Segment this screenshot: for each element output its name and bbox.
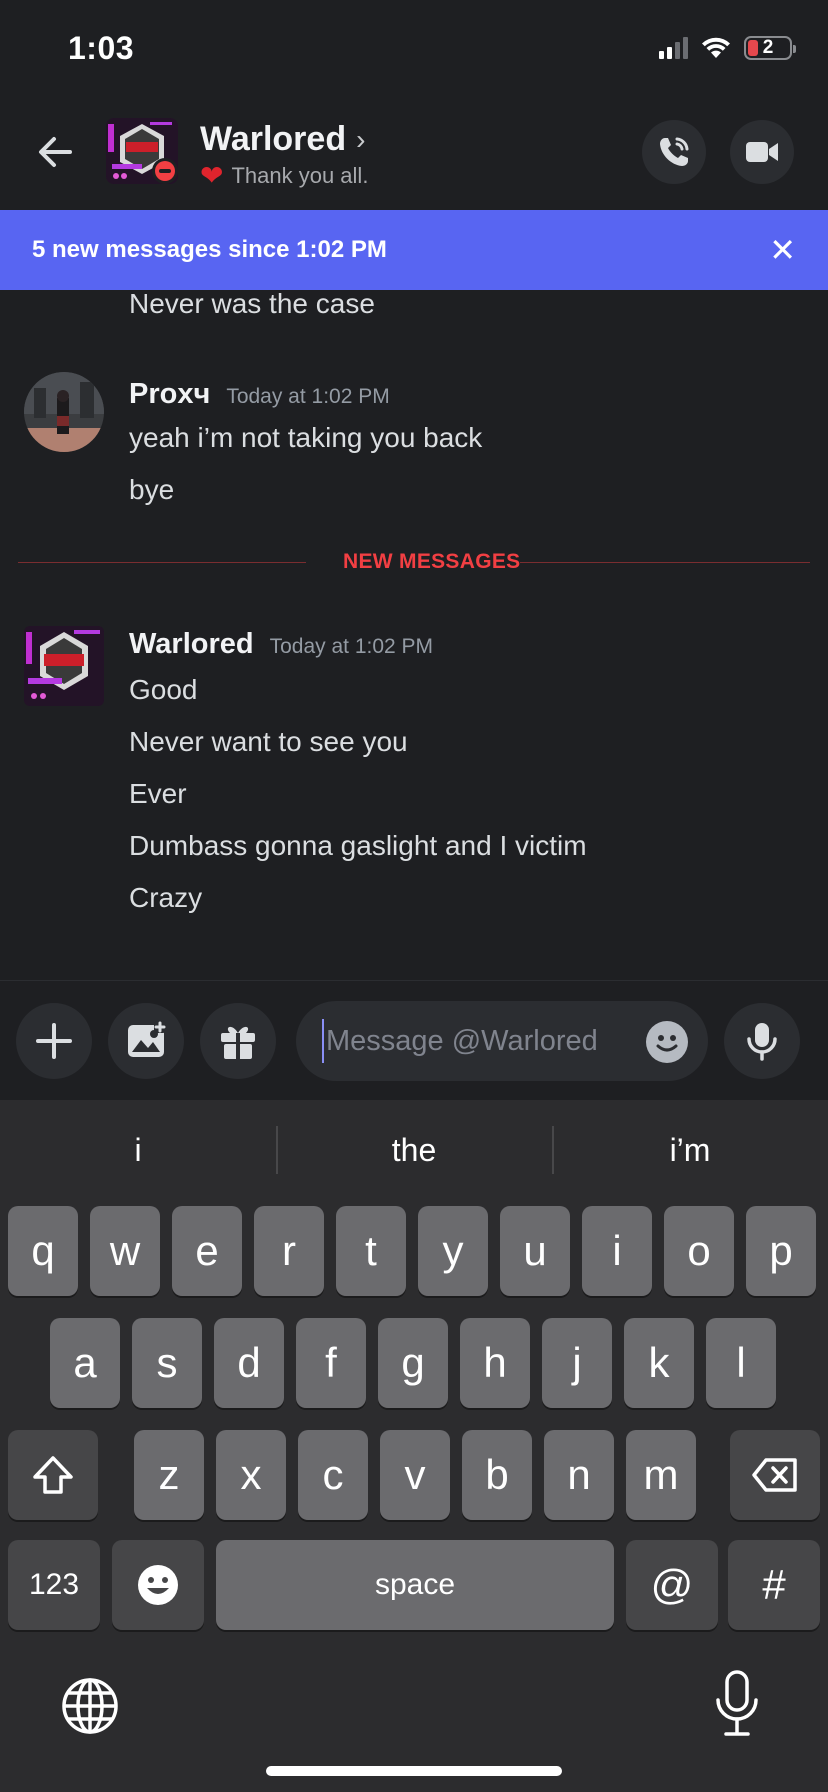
- message-list[interactable]: Never was the case Proxч Today at 1:02 PM…: [0, 288, 828, 980]
- chevron-right-icon: ›: [356, 123, 366, 155]
- avatar[interactable]: [24, 372, 104, 452]
- author-name: Warlored: [129, 628, 254, 660]
- key-g[interactable]: g: [378, 1318, 448, 1408]
- cellular-signal-icon: [659, 37, 688, 59]
- custom-status: ❤ Thank you all.: [200, 162, 368, 190]
- video-call-button[interactable]: [730, 120, 794, 184]
- key-t[interactable]: t: [336, 1206, 406, 1296]
- key-f[interactable]: f: [296, 1318, 366, 1408]
- shift-icon: [33, 1456, 73, 1494]
- battery-icon: 2: [744, 36, 796, 60]
- key-u[interactable]: u: [500, 1206, 570, 1296]
- suggestion-bar: i the i’m: [0, 1100, 828, 1200]
- add-attachment-button[interactable]: [16, 1003, 92, 1079]
- status-time: 1:03: [68, 30, 135, 66]
- message-text: Dumbass gonna gaslight and I victim: [129, 830, 587, 861]
- key-o[interactable]: o: [664, 1206, 734, 1296]
- message-composer: Message @Warlored: [0, 980, 828, 1100]
- message-timestamp: Today at 1:02 PM: [269, 635, 434, 658]
- shift-key[interactable]: [8, 1430, 98, 1520]
- key-k[interactable]: k: [624, 1318, 694, 1408]
- key-l[interactable]: l: [706, 1318, 776, 1408]
- hash-key[interactable]: #: [728, 1540, 820, 1630]
- message-placeholder: Message @Warlored: [326, 1024, 598, 1057]
- new-messages-banner[interactable]: 5 new messages since 1:02 PM ✕: [0, 210, 828, 290]
- dictation-microphone-icon[interactable]: [712, 1670, 762, 1740]
- battery-level: 2: [762, 37, 774, 58]
- key-z[interactable]: z: [134, 1430, 204, 1520]
- phone-call-icon: [660, 137, 689, 166]
- message-text: Never want to see you: [129, 726, 408, 757]
- gift-icon: [221, 1026, 255, 1059]
- backspace-key[interactable]: [730, 1430, 820, 1520]
- key-v[interactable]: v: [380, 1430, 450, 1520]
- backspace-icon: [752, 1458, 797, 1492]
- space-key[interactable]: space: [216, 1540, 614, 1630]
- image-picker-button[interactable]: [108, 1003, 184, 1079]
- text-caret: [322, 1019, 324, 1063]
- message-timestamp: Today at 1:02 PM: [226, 385, 390, 408]
- microphone-icon: [747, 1023, 777, 1061]
- keyboard: i the i’m qwertyuiop asdfghjkl zxcvbnm 1…: [0, 1100, 828, 1792]
- close-icon[interactable]: ✕: [769, 231, 796, 269]
- message-text: Good: [129, 674, 198, 705]
- key-n[interactable]: n: [544, 1430, 614, 1520]
- plus-icon: [36, 1023, 72, 1059]
- key-x[interactable]: x: [216, 1430, 286, 1520]
- banner-text: 5 new messages since 1:02 PM: [32, 236, 387, 263]
- suggestion-item[interactable]: the: [276, 1100, 552, 1200]
- message-text: bye: [129, 474, 175, 505]
- key-m[interactable]: m: [626, 1430, 696, 1520]
- message-text: yeah i’m not taking you back: [129, 422, 483, 453]
- key-h[interactable]: h: [460, 1318, 530, 1408]
- message-text: Ever: [129, 778, 187, 809]
- message-input[interactable]: Message @Warlored: [296, 1001, 708, 1081]
- arrow-left-icon[interactable]: [32, 128, 80, 176]
- key-d[interactable]: d: [214, 1318, 284, 1408]
- message-text: Crazy: [129, 882, 203, 913]
- heart-icon: ❤: [200, 160, 224, 191]
- new-messages-divider: NEW MESSAGES: [18, 550, 810, 573]
- wifi-icon: [702, 37, 730, 58]
- dnd-status-icon: [152, 158, 178, 184]
- divider-label: NEW MESSAGES: [343, 550, 521, 573]
- key-r[interactable]: r: [254, 1206, 324, 1296]
- status-icons: 2: [659, 36, 796, 60]
- message-author[interactable]: Proxч Today at 1:02 PM: [129, 378, 390, 411]
- key-i[interactable]: i: [582, 1206, 652, 1296]
- video-camera-icon: [746, 142, 778, 162]
- message-text: Never was the case: [129, 288, 375, 319]
- emoji-picker-icon[interactable]: [646, 1021, 688, 1063]
- globe-icon[interactable]: [60, 1676, 120, 1736]
- suggestion-item[interactable]: i’m: [552, 1100, 828, 1200]
- key-c[interactable]: c: [298, 1430, 368, 1520]
- voice-message-button[interactable]: [724, 1003, 800, 1079]
- key-p[interactable]: p: [746, 1206, 816, 1296]
- numbers-key[interactable]: 123: [8, 1540, 100, 1630]
- key-b[interactable]: b: [462, 1430, 532, 1520]
- avatar[interactable]: [24, 626, 104, 706]
- message-author[interactable]: Warlored Today at 1:02 PM: [129, 628, 433, 661]
- suggestion-item[interactable]: i: [0, 1100, 276, 1200]
- header-name-text: Warlored: [200, 120, 347, 158]
- status-bar: 1:03 2: [0, 0, 828, 100]
- key-q[interactable]: q: [8, 1206, 78, 1296]
- header-username[interactable]: Warlored ›: [200, 120, 365, 159]
- author-name: Proxч: [129, 378, 211, 410]
- emoji-key[interactable]: [112, 1540, 204, 1630]
- chat-header: Warlored › ❤ Thank you all.: [0, 100, 828, 210]
- key-a[interactable]: a: [50, 1318, 120, 1408]
- key-y[interactable]: y: [418, 1206, 488, 1296]
- key-s[interactable]: s: [132, 1318, 202, 1408]
- key-e[interactable]: e: [172, 1206, 242, 1296]
- key-w[interactable]: w: [90, 1206, 160, 1296]
- image-icon: [128, 1021, 166, 1057]
- voice-call-button[interactable]: [642, 120, 706, 184]
- custom-status-text: Thank you all.: [231, 163, 369, 188]
- emoji-icon: [138, 1565, 178, 1605]
- home-indicator[interactable]: [266, 1766, 562, 1776]
- gift-button[interactable]: [200, 1003, 276, 1079]
- key-j[interactable]: j: [542, 1318, 612, 1408]
- at-key[interactable]: @: [626, 1540, 718, 1630]
